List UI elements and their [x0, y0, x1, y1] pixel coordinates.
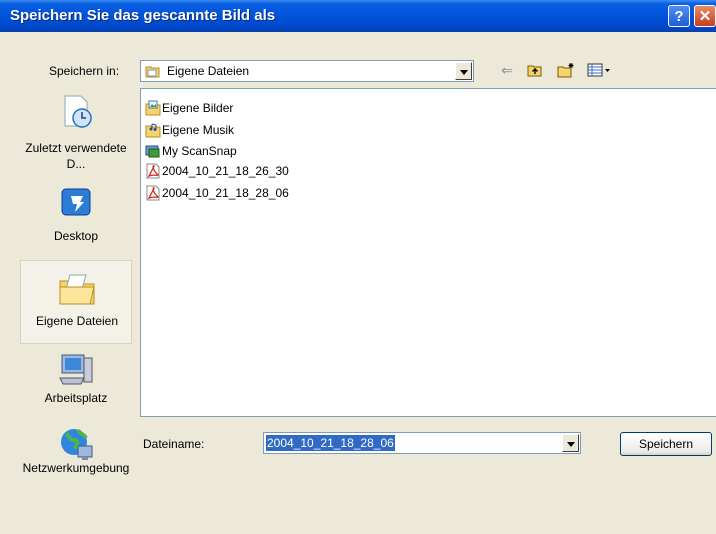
- chevron-down-icon[interactable]: [455, 62, 472, 80]
- close-button[interactable]: ✕: [694, 5, 716, 27]
- filename-combo[interactable]: 2004_10_21_18_28_06: [263, 432, 581, 454]
- save-button[interactable]: Speichern: [620, 432, 712, 456]
- list-item[interactable]: My ScanSnap: [145, 142, 237, 160]
- file-name: 2004_10_21_18_26_30: [162, 164, 289, 178]
- desktop-icon: [56, 186, 96, 222]
- filename-input[interactable]: 2004_10_21_18_28_06: [266, 435, 395, 451]
- file-list[interactable]: Eigene Bilder Eigene Musik My ScanSnap 2…: [140, 88, 716, 417]
- my-documents-icon: [57, 271, 97, 307]
- list-item[interactable]: 2004_10_21_18_28_06: [145, 184, 289, 202]
- save-in-value: Eigene Dateien: [167, 64, 250, 78]
- list-item[interactable]: 2004_10_21_18_26_30: [145, 162, 289, 180]
- place-label: Eigene Dateien: [35, 314, 119, 328]
- title-bar[interactable]: Speichern Sie das gescannte Bild als ? ✕: [0, 0, 716, 32]
- pdf-icon: [145, 163, 161, 179]
- places-bar: Zuletzt verwendete D... Desktop Eigene D…: [20, 86, 132, 506]
- list-item[interactable]: Eigene Musik: [145, 121, 234, 139]
- filename-history-dropdown[interactable]: [562, 434, 579, 452]
- new-folder-icon[interactable]: [554, 60, 578, 80]
- list-item[interactable]: Eigene Bilder: [145, 99, 233, 117]
- help-button[interactable]: ?: [668, 5, 690, 27]
- place-label: Zuletzt verwendete D...: [25, 141, 127, 171]
- back-icon[interactable]: ⇐: [496, 60, 518, 80]
- place-desktop[interactable]: Desktop: [20, 178, 132, 258]
- save-in-label: Speichern in:: [49, 64, 120, 78]
- network-icon: [56, 426, 96, 462]
- file-name: My ScanSnap: [162, 144, 237, 158]
- filename-label: Dateiname:: [143, 437, 205, 451]
- up-folder-icon[interactable]: [524, 60, 546, 80]
- place-my-computer[interactable]: Arbeitsplatz: [20, 346, 132, 416]
- place-label: Desktop: [53, 229, 99, 243]
- folder-pictures-icon: [145, 100, 161, 116]
- save-in-dropdown[interactable]: Eigene Dateien: [140, 60, 474, 82]
- file-name: 2004_10_21_18_28_06: [162, 186, 289, 200]
- view-menu-icon[interactable]: [584, 60, 614, 80]
- scansnap-icon: [145, 143, 161, 159]
- place-label: Netzwerkumgebung: [22, 461, 130, 475]
- folder-icon: [145, 63, 161, 79]
- chevron-down-icon[interactable]: [562, 434, 579, 452]
- place-network[interactable]: Netzwerkumgebung: [20, 426, 132, 506]
- recent-icon: [56, 94, 96, 130]
- window-title: Speichern Sie das gescannte Bild als: [10, 7, 276, 24]
- my-computer-icon: [56, 352, 96, 388]
- pdf-icon: [145, 185, 161, 201]
- place-recent[interactable]: Zuletzt verwendete D...: [20, 86, 132, 176]
- place-label: Arbeitsplatz: [44, 391, 108, 405]
- place-my-documents[interactable]: Eigene Dateien: [20, 260, 132, 344]
- folder-music-icon: [145, 122, 161, 138]
- file-name: Eigene Bilder: [162, 101, 234, 115]
- file-name: Eigene Musik: [162, 123, 235, 137]
- save-dialog: Speichern Sie das gescannte Bild als ? ✕…: [0, 0, 716, 534]
